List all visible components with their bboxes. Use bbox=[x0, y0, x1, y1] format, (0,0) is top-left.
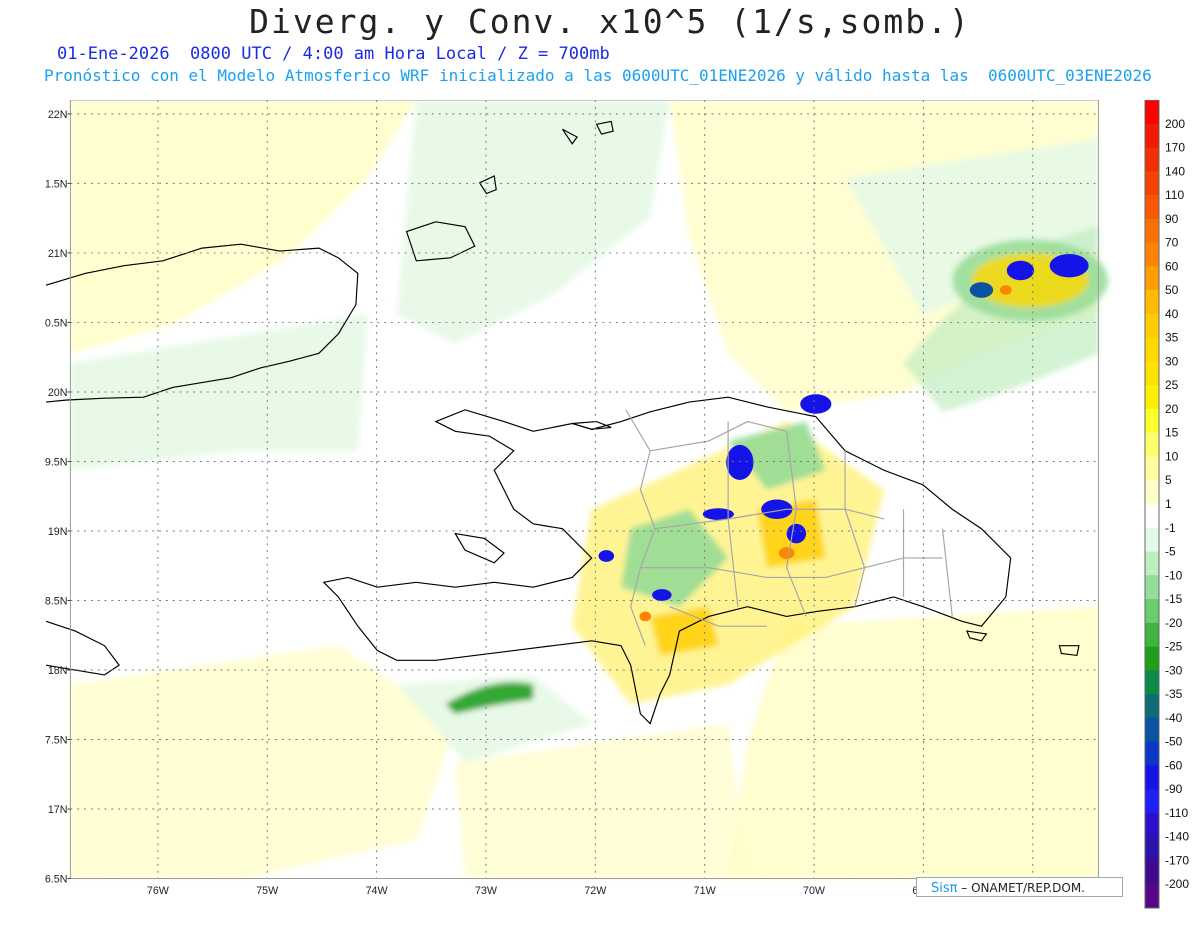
colorbar-swatch bbox=[1145, 646, 1159, 671]
colorbar-level-label: 50 bbox=[1165, 283, 1179, 297]
colorbar-level-label: 60 bbox=[1165, 259, 1179, 273]
colorbar-swatch bbox=[1145, 123, 1159, 149]
colorbar-swatch bbox=[1145, 741, 1159, 766]
colorbar-level-label: 15 bbox=[1165, 426, 1179, 440]
lat-tick-label: 20N bbox=[48, 387, 68, 399]
lat-tick-label: 17N bbox=[48, 804, 68, 816]
colorbar-swatch bbox=[1145, 242, 1159, 267]
colorbar-level-label: -35 bbox=[1165, 687, 1183, 701]
colorbar-level-label: 140 bbox=[1165, 164, 1185, 178]
colorbar-level-label: -30 bbox=[1165, 663, 1183, 677]
colorbar-level-label: 10 bbox=[1165, 449, 1179, 463]
onamet-credit: – ONAMET/REP.DOM. bbox=[957, 881, 1085, 895]
colorbar-legend: 200 170 140 110 90 70 60 50 40 35 30 25 20 15 10 5 1 -1 -5… bbox=[1144, 100, 1189, 909]
colorbar-level-label: 1 bbox=[1165, 497, 1172, 511]
colorbar-level-label: 25 bbox=[1165, 378, 1179, 392]
colorbar-swatch bbox=[1145, 670, 1159, 695]
colorbar-swatch bbox=[1145, 765, 1159, 790]
colorbar-level-label: -60 bbox=[1165, 758, 1183, 772]
colorbar-level-label: -200 bbox=[1165, 877, 1189, 891]
colorbar-level-label: 30 bbox=[1165, 354, 1179, 368]
sispi-brand: Sisπ bbox=[931, 881, 958, 896]
lon-tick-label: 70W bbox=[803, 885, 826, 897]
lat-tick-label: 22N bbox=[48, 109, 68, 121]
colorbar-level-label: 35 bbox=[1165, 331, 1179, 345]
lon-tick-label: 74W bbox=[366, 885, 389, 897]
lon-tick-label: 72W bbox=[584, 885, 607, 897]
colorbar-level-label: -40 bbox=[1165, 711, 1183, 725]
lon-tick-label: 76W bbox=[147, 885, 170, 897]
lat-tick-label: 21N bbox=[48, 248, 68, 260]
lat-tick-label: 9.5N bbox=[45, 456, 68, 468]
colorbar-swatch bbox=[1145, 812, 1159, 838]
lat-tick-label: 6.5N bbox=[45, 873, 68, 885]
latitude-labels: 22N 1.5N 21N 0.5N 20N 9.5N 19N 8.5N 18N 7.5N 17N 6.… bbox=[45, 109, 71, 885]
colorbar-swatches bbox=[1144, 100, 1160, 909]
colorbar-level-label: -140 bbox=[1165, 830, 1189, 844]
colorbar-swatch bbox=[1145, 290, 1159, 315]
colorbar-level-label: 90 bbox=[1165, 212, 1179, 226]
colorbar-swatch bbox=[1145, 100, 1159, 125]
divergence-map: 22N 1.5N 21N 0.5N 20N 9.5N 19N 8.5N 18N 7.5N 17N 6.… bbox=[45, 100, 1109, 897]
colorbar-labels: 200 170 140 110 90 70 60 50 40 35 30 25 20 15 10 5 1 -1 -5… bbox=[1165, 117, 1189, 891]
colorbar-swatch bbox=[1145, 860, 1159, 885]
lat-tick-label: 1.5N bbox=[45, 178, 68, 190]
colorbar-level-label: -25 bbox=[1165, 640, 1183, 654]
colorbar-swatch bbox=[1145, 884, 1159, 909]
colorbar-level-label: 200 bbox=[1165, 117, 1185, 131]
colorbar-swatch bbox=[1145, 147, 1159, 172]
colorbar-level-label: 70 bbox=[1165, 236, 1179, 250]
lon-tick-label: 71W bbox=[694, 885, 717, 897]
colorbar-swatch bbox=[1145, 717, 1159, 743]
credit-box: Sisπ – ONAMET/REP.DOM. bbox=[916, 877, 1123, 897]
lat-tick-label: 0.5N bbox=[45, 317, 68, 329]
colorbar-level-label: -10 bbox=[1165, 568, 1183, 582]
colorbar-swatch bbox=[1145, 599, 1159, 624]
colorbar-swatch bbox=[1145, 313, 1159, 339]
colorbar-swatch bbox=[1145, 218, 1159, 244]
colorbar-swatch bbox=[1145, 694, 1159, 719]
colorbar-level-label: -50 bbox=[1165, 735, 1183, 749]
colorbar-swatch bbox=[1145, 527, 1159, 553]
colorbar-level-label: 170 bbox=[1165, 141, 1185, 155]
colorbar-swatch bbox=[1145, 337, 1159, 362]
lon-tick-label: 73W bbox=[475, 885, 498, 897]
colorbar-swatch bbox=[1145, 171, 1159, 196]
map-title: Diverg. y Conv. x10^5 (1/s,somb.) bbox=[249, 2, 971, 41]
colorbar-swatch bbox=[1145, 622, 1159, 648]
colorbar-level-label: -90 bbox=[1165, 782, 1183, 796]
colorbar-level-label: -1 bbox=[1165, 521, 1176, 535]
colorbar-swatch bbox=[1145, 480, 1159, 505]
colorbar-swatch bbox=[1145, 408, 1159, 434]
lat-tick-label: 7.5N bbox=[45, 734, 68, 746]
colorbar-swatch bbox=[1145, 456, 1159, 481]
colorbar-swatch bbox=[1145, 385, 1159, 410]
colorbar-level-label: -20 bbox=[1165, 616, 1183, 630]
colorbar-level-label: -110 bbox=[1165, 806, 1188, 820]
colorbar-level-label: -170 bbox=[1165, 853, 1189, 867]
colorbar-swatch bbox=[1145, 575, 1159, 600]
colorbar-swatch bbox=[1145, 361, 1159, 386]
colorbar-level-label: 5 bbox=[1165, 473, 1172, 487]
valid-time-subtitle: 01-Ene-2026 0800 UTC / 4:00 am Hora Loca… bbox=[57, 44, 610, 64]
lon-tick-label: 75W bbox=[256, 885, 279, 897]
colorbar-swatch bbox=[1145, 266, 1159, 291]
colorbar-swatch bbox=[1145, 789, 1159, 814]
colorbar-level-label: 110 bbox=[1165, 188, 1184, 202]
model-run-subtitle: Pronóstico con el Modelo Atmosferico WRF… bbox=[44, 66, 1152, 85]
colorbar-swatch bbox=[1145, 836, 1159, 861]
colorbar-swatch bbox=[1145, 432, 1159, 457]
lat-tick-label: 8.5N bbox=[45, 595, 68, 607]
colorbar-swatch bbox=[1145, 504, 1159, 529]
colorbar-level-label: -5 bbox=[1165, 545, 1176, 559]
colorbar-level-label: 40 bbox=[1165, 307, 1179, 321]
colorbar-level-label: 20 bbox=[1165, 402, 1179, 416]
colorbar-level-label: -15 bbox=[1165, 592, 1183, 606]
lat-tick-label: 19N bbox=[48, 526, 68, 538]
colorbar-swatch bbox=[1145, 551, 1159, 576]
longitude-labels: 76W75W74W73W72W71W70W69W68W bbox=[147, 885, 1045, 897]
colorbar-swatch bbox=[1145, 195, 1159, 220]
lat-tick-label: 18N bbox=[48, 665, 68, 677]
